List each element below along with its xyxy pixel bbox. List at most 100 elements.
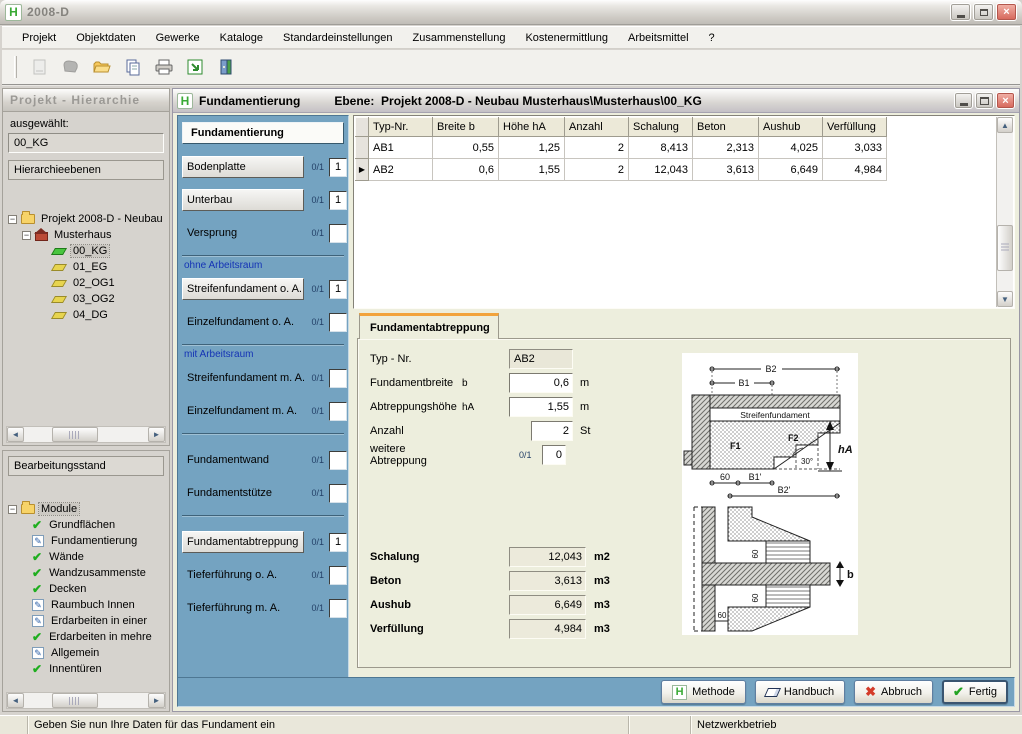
minimize-button[interactable] [950,3,971,21]
close-button[interactable]: × [996,92,1015,109]
tree-item-01-eg[interactable]: 01_EG [8,259,164,275]
export-icon[interactable] [183,55,207,79]
table-vscrollbar[interactable]: ▲ ▼ [996,117,1013,307]
tree-item-02-og1[interactable]: 02_OG1 [8,275,164,291]
module-button-tieferf-hrung-m-a[interactable]: Tieferführung m. A. [182,602,304,614]
tree-item-innent-ren[interactable]: ✔Innentüren [8,661,164,677]
module-count-field[interactable] [329,224,347,243]
fertig-button[interactable]: Fertig [942,680,1008,704]
tree-item-04-dg[interactable]: 04_DG [8,307,164,323]
menu-item-item[interactable]: ? [699,28,725,48]
exit-door-icon[interactable] [214,55,238,79]
field-input[interactable]: 0,6 [509,373,573,393]
tree-item-fundamentierung[interactable]: ✎Fundamentierung [8,533,164,549]
handbuch-button[interactable]: Handbuch [755,680,845,704]
module-count-field[interactable]: 1 [329,158,347,177]
module-count-field[interactable] [329,599,347,618]
menu-item-kostenermittlung[interactable]: Kostenermittlung [515,28,618,48]
module-count-field[interactable] [329,402,347,421]
collapse-icon[interactable]: − [8,505,17,514]
column-header-typ-nr[interactable]: Typ-Nr. [369,118,433,137]
module-count-field[interactable] [329,313,347,332]
module-count-field[interactable] [329,451,347,470]
scroll-left-icon[interactable]: ◄ [7,427,24,442]
column-header-h-he-ha[interactable]: Höhe hA [499,118,565,137]
module-count-field[interactable] [329,484,347,503]
module-button-fundamentwand[interactable]: Fundamentwand [182,454,304,466]
column-header-aushub[interactable]: Aushub [759,118,823,137]
collapse-icon[interactable]: − [22,231,31,240]
tree-item-allgemein[interactable]: ✎Allgemein [8,645,164,661]
menu-item-zusammenstellung[interactable]: Zusammenstellung [403,28,516,48]
module-count-field[interactable] [329,566,347,585]
column-header-breite-b[interactable]: Breite b [433,118,499,137]
tree-item-decken[interactable]: ✔Decken [8,581,164,597]
hierarchy-hscrollbar[interactable]: ◄ ► [6,426,166,443]
open-project-icon[interactable] [59,55,83,79]
tree-item-project[interactable]: −Projekt 2008-D - Neubau [8,211,164,227]
field-input[interactable]: 1,55 [509,397,573,417]
module-button-versprung[interactable]: Versprung [182,227,304,239]
column-header-anzahl[interactable]: Anzahl [565,118,629,137]
module-count-field[interactable]: 1 [329,280,347,299]
collapse-icon[interactable]: − [8,215,17,224]
tree-item-erdarbeiten-in-einer[interactable]: ✎Erdarbeiten in einer [8,613,164,629]
module-count-field[interactable] [329,369,347,388]
menu-item-projekt[interactable]: Projekt [12,28,66,48]
tree-item-wandzusammenste[interactable]: ✔Wandzusammenste [8,565,164,581]
close-button[interactable]: × [996,3,1017,21]
tree-item-00-kg[interactable]: 00_KG [8,243,164,259]
column-header-beton[interactable]: Beton [693,118,759,137]
scroll-left-icon[interactable]: ◄ [7,693,24,708]
maximize-button[interactable] [975,92,994,109]
menu-item-kataloge[interactable]: Kataloge [210,28,273,48]
menu-item-arbeitsmittel[interactable]: Arbeitsmittel [618,28,699,48]
module-button-streifenfundament-m-a[interactable]: Streifenfundament m. A. [182,372,304,384]
menu-item-gewerke[interactable]: Gewerke [146,28,210,48]
tree-item-building[interactable]: −Musterhaus [8,227,164,243]
scroll-up-icon[interactable]: ▲ [997,117,1013,133]
tree-item-raumbuch-innen[interactable]: ✎Raumbuch Innen [8,597,164,613]
tab-fundamentabtreppung[interactable]: Fundamentabtreppung [359,313,499,339]
field-input[interactable]: 0 [542,445,566,465]
field-input[interactable]: 2 [531,421,573,441]
cell-typ-nr: AB2 [369,159,433,181]
tree-item-w-nde[interactable]: ✔Wände [8,549,164,565]
module-count-field[interactable]: 1 [329,191,347,210]
scroll-right-icon[interactable]: ► [148,693,165,708]
tree-item-module-root[interactable]: −Module [8,501,164,517]
column-header-verf-llung[interactable]: Verfüllung [823,118,887,137]
tree-item-grundfl-chen[interactable]: ✔Grundflächen [8,517,164,533]
restore-button[interactable] [973,3,994,21]
module-button-fundamentst-tze[interactable]: Fundamentstütze [182,487,304,499]
abbruch-button[interactable]: Abbruch [854,680,933,704]
scroll-down-icon[interactable]: ▼ [997,291,1013,307]
menu-item-objektdaten[interactable]: Objektdaten [66,28,145,48]
open-folder-icon[interactable] [90,55,114,79]
scroll-right-icon[interactable]: ► [148,427,165,442]
module-button-fundamentabtreppung[interactable]: Fundamentabtreppung [182,531,304,553]
module-button-bodenplatte[interactable]: Bodenplatte [182,156,304,178]
menu-item-standardeinstellungen[interactable]: Standardeinstellungen [273,28,402,48]
table-row[interactable]: ▶AB20,61,55212,0433,6136,6494,984 [356,159,887,181]
module-button-streifenfundament-o-a[interactable]: Streifenfundament o. A. [182,278,304,300]
tree-item-label: 00_KG [71,245,109,257]
copy-icon[interactable] [121,55,145,79]
minimize-button[interactable] [954,92,973,109]
module-button-einzelfundament-m-a[interactable]: Einzelfundament m. A. [182,405,304,417]
print-icon[interactable] [152,55,176,79]
module-button-unterbau[interactable]: Unterbau [182,189,304,211]
table-row[interactable]: AB10,551,2528,4132,3134,0253,033 [356,137,887,159]
scroll-thumb[interactable] [997,225,1013,271]
methode-button[interactable]: Methode [661,680,746,704]
new-document-icon[interactable] [28,55,52,79]
tree-item-erdarbeiten-in-mehre[interactable]: ✔Erdarbeiten in mehre [8,629,164,645]
module-button-tieferf-hrung-o-a[interactable]: Tieferführung o. A. [182,569,304,581]
module-button-einzelfundament-o-a[interactable]: Einzelfundament o. A. [182,316,304,328]
tree-item-03-og2[interactable]: 03_OG2 [8,291,164,307]
column-header-schalung[interactable]: Schalung [629,118,693,137]
scroll-thumb[interactable] [52,427,98,442]
module-count-field[interactable]: 1 [329,533,347,552]
scroll-thumb[interactable] [52,693,98,708]
progress-hscrollbar[interactable]: ◄ ► [6,692,166,709]
